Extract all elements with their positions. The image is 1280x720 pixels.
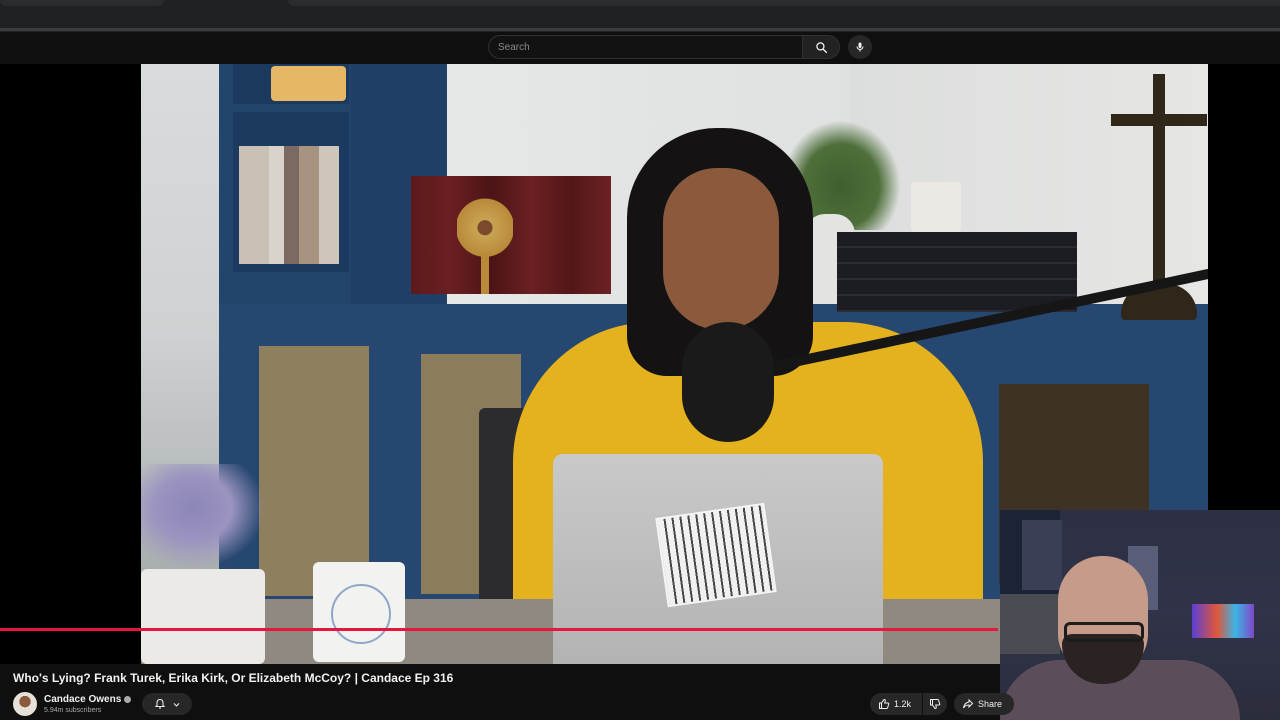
microphone xyxy=(682,322,774,442)
browser-toolbar-edge xyxy=(0,28,1280,31)
video-actions: 1.2k Share xyxy=(870,693,1014,715)
share-button[interactable]: Share xyxy=(954,693,1014,715)
webcam-range-hood xyxy=(1022,520,1062,590)
book-stack xyxy=(837,232,1077,312)
like-count: 1.2k xyxy=(894,699,912,709)
chevron-down-icon xyxy=(173,702,179,707)
lavender-plant xyxy=(141,464,271,574)
browser-tab[interactable] xyxy=(0,0,164,6)
share-icon xyxy=(963,698,974,709)
video-title: Who's Lying? Frank Turek, Erika Kirk, Or… xyxy=(13,671,454,685)
webcam-tv xyxy=(1192,604,1254,638)
like-button[interactable]: 1.2k xyxy=(870,693,922,715)
channel-avatar[interactable] xyxy=(13,692,37,716)
search-icon xyxy=(815,41,827,53)
shelf-books xyxy=(239,146,339,264)
share-label: Share xyxy=(978,699,1003,709)
search-button[interactable] xyxy=(802,35,840,59)
bell-icon xyxy=(154,698,165,709)
thumbs-down-icon xyxy=(930,699,941,710)
youtube-header xyxy=(0,32,1280,64)
laptop-sticker xyxy=(655,502,777,608)
video-progress-bar[interactable] xyxy=(0,628,998,631)
crucifix-crossbar xyxy=(1111,114,1207,126)
mug-logo xyxy=(331,584,391,644)
webcam-overlay xyxy=(1000,510,1280,720)
notification-bell-button[interactable] xyxy=(142,693,192,715)
streamer-glasses xyxy=(1064,622,1144,642)
flower-pot xyxy=(141,569,265,664)
voice-search-button[interactable] xyxy=(848,35,872,59)
browser-tab-strip xyxy=(288,0,1280,6)
webcam-shelf xyxy=(1000,594,1060,654)
search-box xyxy=(488,35,802,59)
mic-icon xyxy=(856,42,864,52)
monstrance xyxy=(457,192,513,294)
thumbs-up-icon xyxy=(879,698,890,709)
browser-chrome xyxy=(0,0,1280,32)
channel-name-container[interactable]: Candace Owens xyxy=(44,694,132,705)
verified-icon xyxy=(124,695,132,703)
channel-row: Candace Owens 5.94m subscribers xyxy=(13,692,513,716)
candle xyxy=(271,66,346,101)
channel-name[interactable]: Candace Owens xyxy=(44,694,121,705)
dislike-button[interactable] xyxy=(923,693,947,715)
search-input[interactable] xyxy=(498,41,802,53)
cabinet-panel xyxy=(259,346,369,596)
host-face xyxy=(663,168,779,330)
subscriber-count: 5.94m subscribers xyxy=(44,707,102,714)
cup xyxy=(911,182,961,232)
